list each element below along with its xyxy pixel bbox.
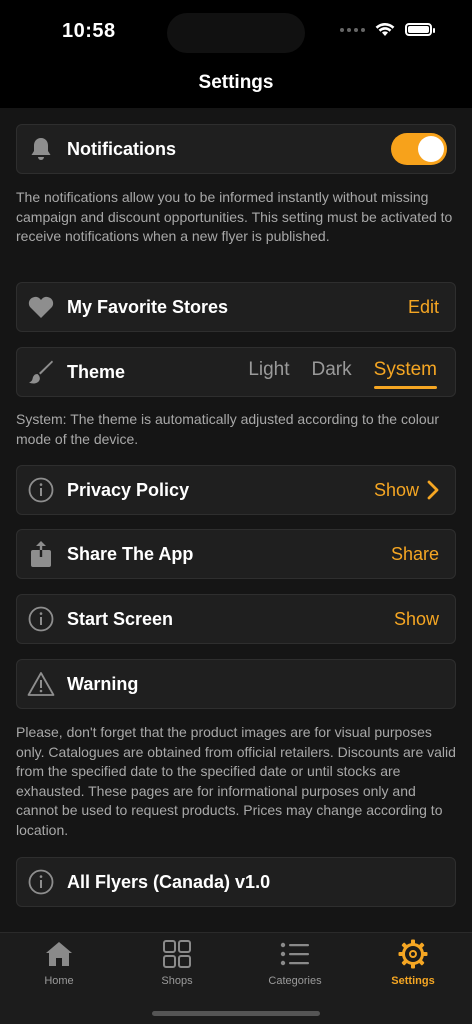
grid-icon [162,939,192,969]
warning-triangle-icon [27,670,55,698]
share-app-label: Share The App [67,543,194,564]
battery-icon [405,23,435,36]
info-icon [27,476,55,504]
tab-bar: Home Shops Categories Settings [0,932,472,1024]
tab-categories-label: Categories [268,975,322,987]
share-icon [27,540,55,568]
warning-label: Warning [67,673,139,694]
settings-content: Notifications The notifications allow yo… [0,108,472,932]
info-icon [27,605,55,633]
notifications-label: Notifications [67,138,177,159]
tab-home[interactable]: Home [0,939,118,995]
status-icons [340,22,435,37]
privacy-show-button[interactable]: Show [374,480,439,501]
share-button[interactable]: Share [391,544,439,565]
app-version-row: All Flyers (Canada) v1.0 [16,857,456,907]
theme-row: Theme Light Dark System [16,347,456,397]
page-title: Settings [198,72,274,93]
favorite-stores-row[interactable]: My Favorite Stores Edit [16,282,456,332]
chevron-right-icon [427,480,439,500]
list-icon [280,939,310,969]
theme-segmented-control: Light Dark System [248,359,438,389]
notifications-toggle[interactable] [391,133,447,165]
tab-settings[interactable]: Settings [354,939,472,995]
app-version-label: All Flyers (Canada) v1.0 [67,871,271,892]
warning-description: Please, don't forget that the product im… [16,724,456,838]
tab-settings-label: Settings [391,975,435,987]
bell-icon [27,135,55,163]
privacy-policy-row[interactable]: Privacy Policy Show [16,465,456,515]
theme-option-light[interactable]: Light [248,359,289,385]
privacy-show-label: Show [373,479,419,500]
gear-icon [398,939,428,969]
heart-icon [27,293,55,321]
share-app-row[interactable]: Share The App Share [16,529,456,579]
theme-description: System: The theme is automatically adjus… [16,411,440,447]
status-time: 10:58 [62,20,116,42]
cellular-signal-icon [340,27,365,32]
tab-shops[interactable]: Shops [118,939,236,995]
privacy-policy-label: Privacy Policy [67,479,190,500]
theme-option-dark[interactable]: Dark [312,359,352,385]
start-screen-show-button[interactable]: Show [394,609,439,630]
tab-shops-label: Shops [161,975,193,987]
dynamic-island [167,13,305,53]
info-icon [27,868,55,896]
tab-categories[interactable]: Categories [236,939,354,995]
theme-option-system[interactable]: System [373,359,438,389]
home-icon [44,939,74,969]
edit-button[interactable]: Edit [408,297,439,318]
favorite-stores-label: My Favorite Stores [67,296,229,317]
notifications-description: The notifications allow you to be inform… [16,189,453,245]
notifications-row: Notifications [16,124,456,174]
wifi-icon [375,22,395,36]
tab-home-label: Home [44,975,74,987]
toggle-knob [418,136,444,162]
warning-row: Warning [16,659,456,709]
home-indicator[interactable] [152,1011,320,1016]
start-screen-label: Start Screen [67,608,174,629]
start-screen-row[interactable]: Start Screen Show [16,594,456,644]
theme-label: Theme [67,361,126,382]
paintbrush-icon [27,358,55,386]
status-bar: 10:58 [0,0,472,62]
